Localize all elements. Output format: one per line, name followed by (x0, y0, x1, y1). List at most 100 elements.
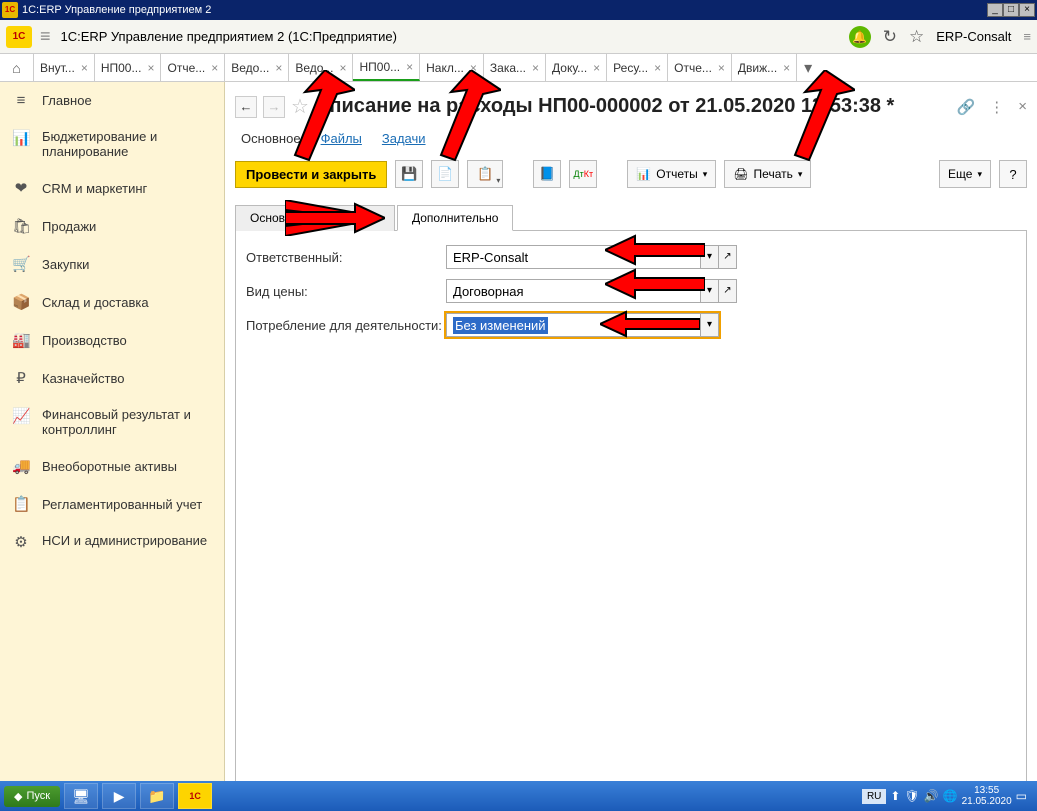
box-icon: 📦 (12, 293, 30, 311)
create-based-on-button[interactable]: 📋 (467, 160, 503, 188)
history-icon[interactable]: ↻ (883, 27, 897, 47)
user-menu-icon[interactable]: ≡ (1023, 29, 1031, 44)
taskbar-app-2[interactable]: ▶ (102, 783, 136, 809)
taskbar-app-1[interactable]: 🖥 (64, 783, 98, 809)
post-button[interactable]: 📄 (431, 160, 459, 188)
sidebar-item-admin[interactable]: ⚙НСИ и администрирование (0, 523, 224, 561)
form-tab-additional[interactable]: Дополнительно (397, 205, 513, 231)
close-icon[interactable]: × (147, 61, 154, 75)
sublink-main[interactable]: Основное (241, 131, 301, 146)
close-icon[interactable]: × (593, 61, 600, 75)
open-ref-icon[interactable]: ↗ (719, 279, 737, 303)
taskbar-app-1c[interactable]: 1C (178, 783, 212, 809)
back-button[interactable]: ← (235, 96, 257, 118)
tab-5[interactable]: НП00...× (353, 54, 420, 81)
form-body: Ответственный: ERP-Consalt ▾ ↗ Вид цены:… (235, 231, 1027, 801)
user-name[interactable]: ERP-Consalt (936, 29, 1011, 44)
sidebar-item-main[interactable]: ≡Главное (0, 82, 224, 119)
close-icon[interactable]: × (654, 61, 661, 75)
maximize-button[interactable]: □ (1003, 3, 1019, 17)
close-icon[interactable]: × (339, 61, 346, 75)
price-type-input[interactable]: Договорная (446, 279, 701, 303)
sidebar-item-assets[interactable]: 🚚Внеоборотные активы (0, 447, 224, 485)
sidebar-item-treasury[interactable]: ₽Казначейство (0, 359, 224, 397)
clock[interactable]: 13:55 21.05.2020 (962, 785, 1012, 807)
close-icon[interactable]: × (532, 61, 539, 75)
tray-icon[interactable]: 🌐 (943, 789, 958, 803)
close-icon[interactable]: × (81, 61, 88, 75)
sidebar-item-crm[interactable]: ❤CRM и маркетинг (0, 169, 224, 207)
dropdown-icon[interactable]: ▾ (701, 245, 719, 269)
tab-4[interactable]: Ведо...× (289, 54, 353, 81)
menu-burger-icon[interactable]: ≡ (40, 26, 51, 47)
open-ref-icon[interactable]: ↗ (719, 245, 737, 269)
language-indicator[interactable]: RU (862, 789, 886, 804)
forward-button[interactable]: → (263, 96, 285, 118)
tab-7[interactable]: Зака...× (484, 54, 546, 81)
start-button[interactable]: ◆Пуск (4, 786, 60, 807)
sidebar-item-accounting[interactable]: 📋Регламентированный учет (0, 485, 224, 523)
ruble-icon: ₽ (12, 369, 30, 387)
close-icon[interactable]: × (783, 61, 790, 75)
app-logo-icon: 1C (2, 2, 18, 18)
tab-0[interactable]: Внут...× (34, 54, 95, 81)
reports-button[interactable]: 📊Отчеты▾ (627, 160, 716, 188)
consumption-input[interactable]: Без изменений (446, 313, 701, 337)
cart-icon: 🛒 (12, 255, 30, 273)
tab-10[interactable]: Отче...× (668, 54, 732, 81)
notifications-icon[interactable]: 🔔 (849, 26, 871, 48)
responsible-input[interactable]: ERP-Consalt (446, 245, 701, 269)
more-button[interactable]: Еще▾ (939, 160, 991, 188)
link-icon[interactable]: 🔗 (957, 98, 976, 116)
app-header: 1C ≡ 1С:ERP Управление предприятием 2 (1… (0, 20, 1037, 54)
tab-9[interactable]: Ресу...× (607, 54, 668, 81)
windows-taskbar: ◆Пуск 🖥 ▶ 📁 1C RU ⬆ 🛡 🔊 🌐 13:55 21.05.20… (0, 781, 1037, 811)
sidebar-item-purchases[interactable]: 🛒Закупки (0, 245, 224, 283)
graph-icon: 📈 (12, 407, 30, 425)
sublink-tasks[interactable]: Задачи (382, 131, 426, 146)
dropdown-icon[interactable]: ▾ (701, 313, 719, 337)
tab-11[interactable]: Движ...× (732, 54, 797, 81)
home-icon: ≡ (12, 92, 30, 109)
post-and-close-button[interactable]: Провести и закрыть (235, 161, 387, 188)
close-icon[interactable]: × (211, 61, 218, 75)
sidebar-item-production[interactable]: 🏭Производство (0, 321, 224, 359)
dtkt-button[interactable]: ДтКт (569, 160, 597, 188)
sublink-files[interactable]: Файлы (321, 131, 362, 146)
tray-icon[interactable]: 🔊 (924, 789, 939, 803)
close-icon[interactable]: × (275, 61, 282, 75)
kebab-icon[interactable]: ⋮ (989, 98, 1004, 116)
tab-1[interactable]: НП00...× (95, 54, 162, 81)
taskbar-app-3[interactable]: 📁 (140, 783, 174, 809)
star-icon[interactable]: ☆ (291, 94, 309, 119)
show-desktop[interactable]: ▭ (1016, 789, 1027, 803)
tab-3[interactable]: Ведо...× (225, 54, 289, 81)
tab-2[interactable]: Отче...× (161, 54, 225, 81)
responsible-label: Ответственный: (246, 250, 446, 265)
tray-icon[interactable]: ⬆ (890, 789, 900, 803)
close-document-button[interactable]: × (1018, 98, 1027, 116)
dropdown-icon[interactable]: ▾ (701, 279, 719, 303)
sidebar-item-finance[interactable]: 📈Финансовый результат и контроллинг (0, 397, 224, 447)
help-button[interactable]: ? (999, 160, 1027, 188)
factory-icon: 🏭 (12, 331, 30, 349)
doc-icon-button[interactable]: 📘 (533, 160, 561, 188)
tabs-overflow-icon[interactable]: ▾ (797, 54, 819, 81)
tray-icon[interactable]: 🛡 (904, 789, 919, 803)
save-button[interactable]: 💾 (395, 160, 423, 188)
heart-icon: ❤ (12, 179, 30, 197)
tab-8[interactable]: Доку...× (546, 54, 607, 81)
sidebar-item-sales[interactable]: 🛍Продажи (0, 207, 224, 245)
sidebar-item-warehouse[interactable]: 📦Склад и доставка (0, 283, 224, 321)
close-icon[interactable]: × (406, 60, 413, 74)
close-window-button[interactable]: × (1019, 3, 1035, 17)
close-icon[interactable]: × (470, 61, 477, 75)
minimize-button[interactable]: _ (987, 3, 1003, 17)
favorites-icon[interactable]: ☆ (909, 27, 924, 47)
close-icon[interactable]: × (718, 61, 725, 75)
sidebar-item-budgeting[interactable]: 📊Бюджетирование и планирование (0, 119, 224, 169)
form-tab-main[interactable]: Основное (235, 205, 395, 231)
print-button[interactable]: 🖨Печать▾ (724, 160, 811, 188)
tab-6[interactable]: Накл...× (420, 54, 484, 81)
home-tab[interactable]: ⌂ (0, 54, 34, 81)
